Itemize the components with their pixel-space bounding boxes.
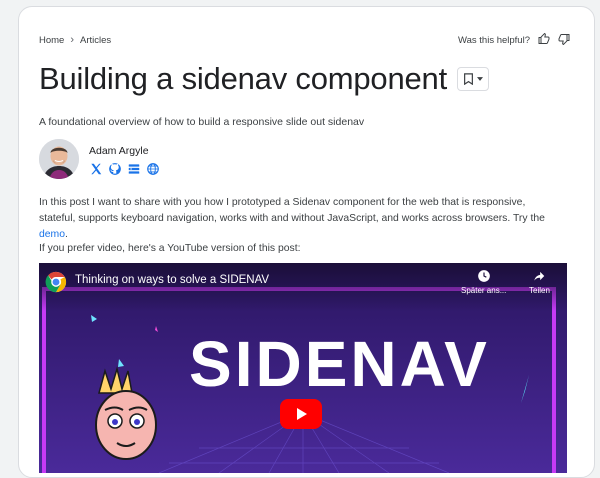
youtube-video-embed[interactable]: Thinking on ways to solve a SIDENAV Spät… — [39, 263, 567, 473]
article-subtitle: A foundational overview of how to build … — [39, 116, 365, 128]
bookmark-button[interactable] — [457, 67, 490, 91]
share-icon — [534, 271, 545, 281]
title-row: Building a sidenav component — [39, 57, 490, 101]
author-links — [89, 162, 160, 181]
avatar — [39, 139, 79, 179]
demo-link[interactable]: demo — [39, 229, 65, 240]
watch-later-label: Später ans... — [461, 286, 507, 295]
clock-icon — [477, 270, 490, 282]
caret-down-icon — [477, 77, 484, 81]
x-icon[interactable] — [89, 162, 103, 181]
breadcrumb-articles[interactable]: Articles — [80, 35, 111, 46]
breadcrumb: Home › Articles — [39, 34, 111, 46]
stack-icon[interactable] — [127, 162, 141, 181]
thumb-down-icon[interactable] — [558, 33, 570, 48]
share-label: Teilen — [529, 286, 550, 295]
video-banner-text: SIDENAV — [189, 328, 490, 400]
breadcrumb-home[interactable]: Home — [39, 35, 64, 46]
watch-later-button[interactable]: Später ans... — [461, 269, 506, 295]
intro-text: In this post I want to share with you ho… — [39, 197, 545, 224]
chevron-right-icon: › — [70, 34, 75, 46]
github-icon[interactable] — [108, 162, 122, 181]
bookmark-icon — [464, 73, 473, 85]
helpful-question: Was this helpful? — [458, 34, 530, 46]
helpful-feedback: Was this helpful? — [458, 32, 570, 48]
top-bar: Home › Articles Was this helpful? — [39, 31, 570, 49]
video-title[interactable]: Thinking on ways to solve a SIDENAV — [75, 274, 269, 286]
video-intro-paragraph: If you prefer video, here's a YouTube ve… — [39, 243, 301, 254]
article-card: Home › Articles Was this helpful? Buildi… — [18, 6, 595, 478]
chrome-logo-icon — [45, 271, 67, 293]
author-block: Adam Argyle — [39, 139, 160, 181]
globe-icon[interactable] — [146, 162, 160, 181]
intro-text-end: . — [65, 229, 68, 240]
play-button[interactable] — [280, 399, 322, 429]
thumb-up-icon[interactable] — [538, 32, 550, 48]
author-info: Adam Argyle — [89, 139, 160, 181]
page-title: Building a sidenav component — [39, 61, 448, 96]
author-name: Adam Argyle — [89, 145, 149, 157]
intro-paragraph: In this post I want to share with you ho… — [39, 195, 559, 243]
share-button[interactable]: Teilen — [529, 269, 550, 295]
